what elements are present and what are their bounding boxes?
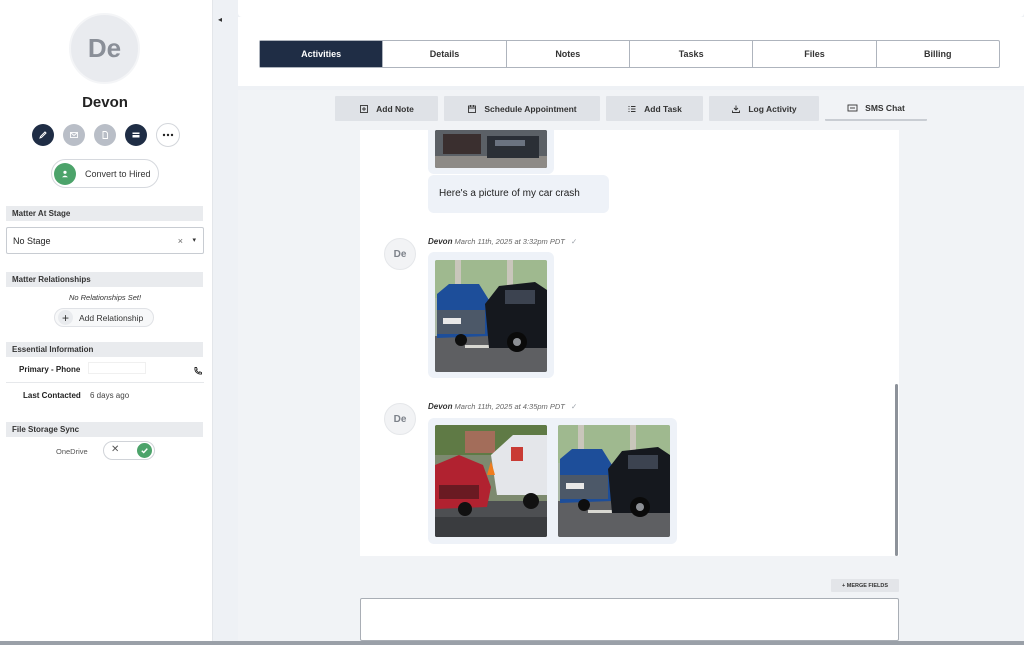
contact-actions — [32, 123, 180, 147]
crash-photo-3[interactable] — [435, 425, 547, 537]
essential-info-header: Essential Information — [6, 342, 203, 357]
matter-stage-header: Matter At Stage — [6, 206, 203, 221]
message-3-meta: Devon March 11th, 2025 at 4:35pm PDT ✓ — [428, 402, 577, 411]
activity-toolbar: Add Note Schedule Appointment Add Task L… — [335, 96, 927, 121]
tab-tasks[interactable]: Tasks — [630, 41, 754, 67]
convert-label: Convert to Hired — [85, 168, 151, 179]
log-activity-button[interactable]: Log Activity — [709, 96, 819, 121]
check-icon — [137, 443, 152, 458]
divider — [6, 382, 204, 383]
message-2-timestamp: March 11th, 2025 at 3:32pm PDT — [454, 237, 565, 246]
matter-stage-value: No Stage — [13, 236, 51, 246]
crash-photo-2[interactable] — [435, 260, 547, 372]
clear-icon[interactable]: × — [178, 228, 183, 254]
add-note-button[interactable]: Add Note — [335, 96, 438, 121]
log-activity-label: Log Activity — [748, 103, 797, 114]
card-icon — [132, 132, 140, 138]
main-tabs: Activities Details Notes Tasks Files Billing — [259, 40, 1000, 68]
card-button[interactable] — [125, 124, 147, 146]
phone-value-redacted — [88, 362, 146, 374]
avatar: De — [69, 13, 140, 84]
contact-sidebar: De Devon Convert to Hired Matter At Stag… — [0, 0, 213, 645]
add-relationship-label: Add Relationship — [79, 312, 144, 323]
tab-billing[interactable]: Billing — [877, 41, 999, 67]
convert-to-hired-button[interactable]: Convert to Hired — [51, 159, 159, 188]
tab-notes[interactable]: Notes — [507, 41, 630, 67]
collapse-sidebar-icon[interactable]: ◂ — [214, 12, 226, 26]
download-icon — [732, 105, 741, 113]
onedrive-label: OneDrive — [56, 447, 88, 456]
phone-icon — [194, 367, 202, 375]
schedule-appointment-button[interactable]: Schedule Appointment — [444, 96, 600, 121]
bottom-bar — [0, 641, 1024, 645]
last-contacted-label: Last Contacted — [23, 391, 81, 400]
tab-files[interactable]: Files — [753, 41, 877, 67]
phone-label: Primary - Phone — [19, 365, 81, 374]
document-icon — [102, 131, 108, 139]
matter-stage-select[interactable]: No Stage × ▾ — [6, 227, 204, 254]
pencil-icon — [39, 131, 47, 139]
relationships-header: Matter Relationships — [6, 272, 203, 287]
document-button[interactable] — [94, 124, 116, 146]
message-3-avatar: De — [384, 403, 416, 435]
add-note-label: Add Note — [376, 103, 414, 114]
sms-chat-label: SMS Chat — [865, 102, 905, 113]
add-task-button[interactable]: Add Task — [606, 96, 703, 121]
last-contacted-value: 6 days ago — [90, 391, 130, 400]
plus-icon: + — [58, 310, 73, 325]
chevron-down-icon[interactable]: ▾ — [192, 228, 196, 254]
email-button[interactable] — [63, 124, 85, 146]
chat-scrollbar[interactable] — [895, 384, 898, 556]
message-2-meta: Devon March 11th, 2025 at 3:32pm PDT ✓ — [428, 237, 577, 246]
mail-icon — [70, 132, 78, 138]
delivered-check-icon: ✓ — [570, 237, 578, 246]
message-2-avatar: De — [384, 238, 416, 270]
tab-details[interactable]: Details — [383, 41, 507, 67]
sms-compose-input[interactable] — [360, 598, 899, 641]
person-icon — [54, 162, 76, 185]
list-icon — [628, 105, 636, 112]
sms-chat-tab[interactable]: SMS Chat — [825, 96, 927, 121]
add-relationship-button[interactable]: + Add Relationship — [54, 308, 154, 327]
delivered-check-icon: ✓ — [570, 402, 578, 411]
more-icon — [162, 133, 174, 137]
message-2-sender: Devon — [428, 237, 453, 246]
tab-activities[interactable]: Activities — [260, 41, 384, 67]
top-strip — [238, 0, 1024, 17]
message-1-text: Here's a picture of my car crash — [439, 188, 580, 199]
schedule-appointment-label: Schedule Appointment — [484, 103, 577, 114]
more-button[interactable] — [156, 123, 180, 147]
message-3-timestamp: March 11th, 2025 at 4:35pm PDT — [454, 402, 565, 411]
file-storage-header: File Storage Sync — [6, 422, 203, 437]
crash-photo-1[interactable] — [435, 130, 547, 168]
note-icon — [360, 104, 369, 113]
crash-photo-4[interactable] — [558, 425, 670, 537]
phone-call-button[interactable] — [193, 363, 203, 381]
chat-icon — [847, 104, 858, 111]
no-relationships-text: No Relationships Set! — [68, 293, 142, 302]
onedrive-toggle[interactable]: ✕ — [103, 441, 155, 460]
add-task-label: Add Task — [644, 103, 682, 114]
calendar-icon — [468, 104, 477, 113]
merge-fields-button[interactable]: + MERGE FIELDS — [831, 579, 899, 592]
toggle-off-icon: ✕ — [111, 444, 120, 455]
contact-name: Devon — [82, 94, 128, 111]
edit-button[interactable] — [32, 124, 54, 146]
message-3-sender: Devon — [428, 402, 453, 411]
